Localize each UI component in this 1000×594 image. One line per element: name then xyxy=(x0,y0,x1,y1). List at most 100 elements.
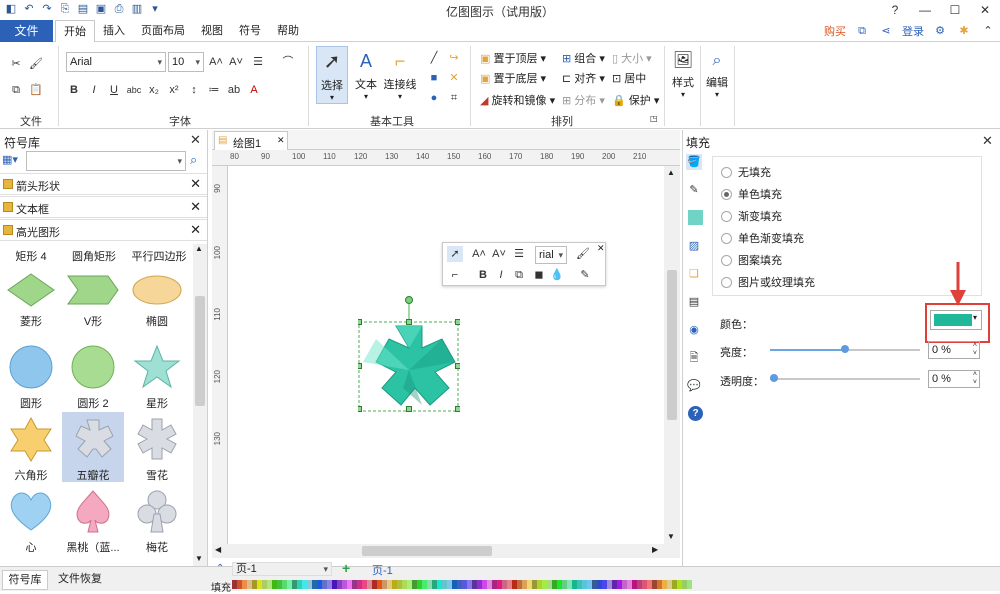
italic-icon[interactable]: I xyxy=(493,267,509,283)
crop-tool-icon[interactable]: ⌗ xyxy=(446,90,462,106)
category-close-icon[interactable]: ✕ xyxy=(190,176,201,192)
shape-circle-2[interactable]: 圆形 2 xyxy=(62,344,124,411)
scroll-thumb[interactable] xyxy=(195,296,205,406)
login-link[interactable]: 登录 xyxy=(902,23,924,39)
center-button[interactable]: ⊡ 居中 xyxy=(612,70,646,86)
selected-shape[interactable] xyxy=(356,296,461,412)
line-color-icon[interactable]: ✎ xyxy=(577,267,593,283)
close-icon[interactable]: ✕ xyxy=(970,0,1000,20)
connector-tool-button[interactable]: ⌐ 连接线 ▾ xyxy=(382,46,418,104)
fill-color-icon[interactable]: ◼ xyxy=(531,267,547,283)
grow-font-icon[interactable]: A˄ xyxy=(208,54,224,70)
protect-button[interactable]: 🔒 保护 ▾ xyxy=(612,92,659,108)
shape-hexagram[interactable]: 六角形 xyxy=(0,416,62,483)
page-combo[interactable]: 页-1 xyxy=(232,562,332,576)
shape-star[interactable]: 星形 xyxy=(126,344,188,411)
globe-icon[interactable]: ◉ xyxy=(686,322,702,338)
spinner-icon[interactable]: ˄ ˅ xyxy=(973,342,977,358)
brightness-slider[interactable] xyxy=(770,345,920,353)
format-painter-icon[interactable]: 🖌 xyxy=(575,246,591,262)
strikethrough-icon[interactable]: abc xyxy=(126,82,142,98)
scroll-down-icon[interactable]: ▼ xyxy=(195,554,203,563)
library-search-input[interactable] xyxy=(26,151,186,171)
recover-bottom-tab[interactable]: 文件恢复 xyxy=(52,570,108,590)
bullets-icon[interactable]: ≔ xyxy=(206,82,222,98)
shape-spade[interactable]: 黑桃（蓝... xyxy=(62,488,124,555)
library-category-arrows[interactable]: 箭头形状 ✕ xyxy=(0,173,207,195)
font-color-icon[interactable]: A xyxy=(246,82,262,98)
floating-close-icon[interactable]: ✕ xyxy=(597,243,605,254)
image-icon[interactable]: ▨ xyxy=(686,238,702,254)
open-icon[interactable]: ▤ xyxy=(76,2,90,16)
scroll-right-icon[interactable]: ▶ xyxy=(652,545,658,554)
text-tool-button[interactable]: A 文本 ▾ xyxy=(350,46,382,104)
tab-home[interactable]: 开始 xyxy=(55,20,95,43)
save-icon[interactable]: ▣ xyxy=(94,2,108,16)
shape-diamond[interactable]: 菱形 xyxy=(0,272,62,329)
shape-chevron[interactable]: V形 xyxy=(62,272,124,329)
fill-option[interactable]: 渐变填充 xyxy=(721,205,815,227)
line-tool-icon[interactable]: ╱ xyxy=(426,50,442,66)
radio-button[interactable] xyxy=(721,166,732,178)
export-icon[interactable]: ▥ xyxy=(130,2,144,16)
shrink-font-icon[interactable]: A˅ xyxy=(228,54,244,70)
copy-icon[interactable]: ⧉ xyxy=(8,82,24,98)
library-scrollbar[interactable]: ▲ ▼ xyxy=(193,244,207,566)
shape-heart[interactable]: 心 xyxy=(0,488,62,555)
shape-club[interactable]: 梅花 xyxy=(126,488,188,555)
maximize-icon[interactable]: ☐ xyxy=(940,0,970,20)
highlight-icon[interactable]: ab xyxy=(226,82,242,98)
paste-icon[interactable]: 📋 xyxy=(28,82,44,98)
shape-style-icon[interactable]: ⌒ xyxy=(280,54,296,70)
radio-button[interactable] xyxy=(721,254,732,266)
page-up-icon[interactable]: ⌃ xyxy=(216,563,224,574)
transparency-input[interactable]: 0 % ˄ ˅ xyxy=(928,370,980,388)
fill-option[interactable]: 图案填充 xyxy=(721,249,815,271)
spinner-icon[interactable]: ˄ ˅ xyxy=(973,371,977,387)
cross-tool-icon[interactable]: ✕ xyxy=(446,70,462,86)
doc-tab-close-icon[interactable]: ✕ xyxy=(277,135,285,146)
line-icon[interactable]: ✎ xyxy=(686,182,702,198)
floating-font-combo[interactable]: rial xyxy=(535,246,567,264)
superscript-icon[interactable]: x² xyxy=(166,82,182,98)
grow-font-icon[interactable]: A˄ xyxy=(471,246,487,262)
new-icon[interactable]: ⎘ xyxy=(58,2,72,16)
slider-thumb[interactable] xyxy=(841,345,849,353)
minimize-icon[interactable]: — xyxy=(910,0,940,20)
help-circle-icon[interactable]: ? xyxy=(688,406,703,421)
help-icon[interactable]: ? xyxy=(880,0,910,20)
align-button[interactable]: ⊏ 对齐 ▾ xyxy=(562,70,605,86)
file-tab[interactable]: 文件 xyxy=(0,20,53,42)
category-close-icon[interactable]: ✕ xyxy=(190,222,201,238)
transparency-slider[interactable] xyxy=(770,374,920,382)
pointer-icon[interactable]: ➚ xyxy=(447,246,463,262)
fill-option[interactable]: 单色渐变填充 xyxy=(721,227,815,249)
slider-thumb[interactable] xyxy=(770,374,778,382)
tab-insert[interactable]: 插入 xyxy=(95,20,133,42)
settings-icon[interactable]: ⚙ xyxy=(932,23,948,39)
fill-bucket-icon[interactable]: 🪣 xyxy=(686,154,702,170)
curve-tool-icon[interactable]: ↪ xyxy=(446,50,462,66)
rotate-mirror-button[interactable]: ◢ 旋转和镜像 ▾ xyxy=(480,92,555,108)
shape-snowflake[interactable]: 雪花 xyxy=(126,416,188,483)
buy-link[interactable]: 购买 xyxy=(824,23,846,39)
palette-swatch[interactable] xyxy=(687,580,692,589)
collapse-ribbon-icon[interactable]: ⌃ xyxy=(980,23,996,39)
radio-button[interactable] xyxy=(721,210,732,222)
redo-icon[interactable]: ↷ xyxy=(40,2,54,16)
fill-panel-close-icon[interactable]: ✕ xyxy=(982,133,993,149)
print-icon[interactable]: ⎙ xyxy=(112,2,126,16)
group-icon[interactable]: ⧉ xyxy=(511,267,527,283)
cut-icon[interactable]: ✂ xyxy=(8,56,24,72)
share-icon[interactable]: ⋖ xyxy=(878,23,894,39)
doc-tab[interactable]: ▤ 绘图1 ✕ xyxy=(214,131,288,150)
shape-circle[interactable]: 圆形 xyxy=(0,344,62,411)
page-icon[interactable]: ▤ xyxy=(686,294,702,310)
group-button[interactable]: ⊞ 组合 ▾ xyxy=(562,50,605,66)
connector-icon[interactable]: ⌐ xyxy=(447,267,463,283)
layer-icon[interactable]: ❏ xyxy=(686,266,702,282)
scroll-up-icon[interactable]: ▲ xyxy=(667,168,675,177)
send-back-button[interactable]: ▣ 置于底层 ▾ xyxy=(480,70,546,86)
plugin-icon[interactable]: ✱ xyxy=(956,23,972,39)
select-tool-button[interactable]: ➚ 选择 ▾ xyxy=(316,46,348,104)
